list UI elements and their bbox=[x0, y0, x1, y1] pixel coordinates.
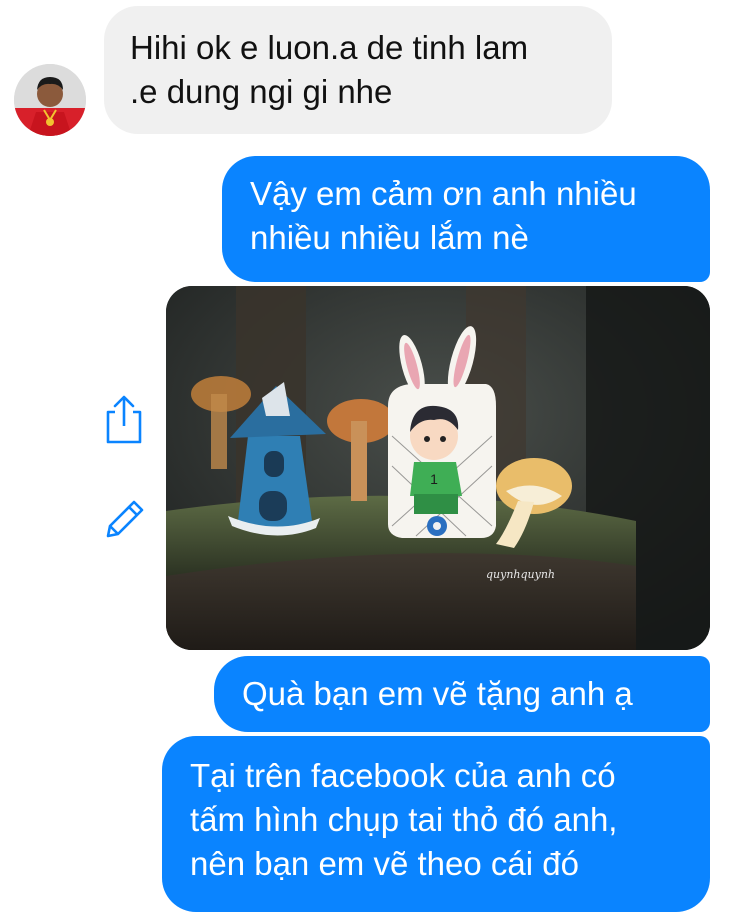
jersey-number: 1 bbox=[430, 471, 438, 487]
outgoing-message[interactable]: Quà bạn em vẽ tặng anh ạ bbox=[214, 656, 710, 732]
conversation-view: Hihi ok e luon.a de tinh lam .e dung ngi… bbox=[0, 0, 750, 916]
outgoing-message[interactable]: Vậy em cảm ơn anh nhiều nhiều nhiều lắm … bbox=[222, 156, 710, 282]
person-avatar-icon bbox=[14, 64, 86, 136]
share-icon[interactable] bbox=[102, 394, 146, 444]
photo-watermark: quynhquynh bbox=[486, 568, 555, 581]
pencil-icon[interactable] bbox=[102, 496, 146, 546]
photo-image: 1 quynhquynh bbox=[166, 286, 710, 650]
photo-attachment[interactable]: 1 quynhquynh bbox=[166, 286, 710, 650]
contact-avatar[interactable] bbox=[14, 64, 86, 136]
outgoing-message[interactable]: Tại trên facebook của anh có tấm hình ch… bbox=[162, 736, 710, 912]
incoming-message[interactable]: Hihi ok e luon.a de tinh lam .e dung ngi… bbox=[104, 6, 612, 134]
